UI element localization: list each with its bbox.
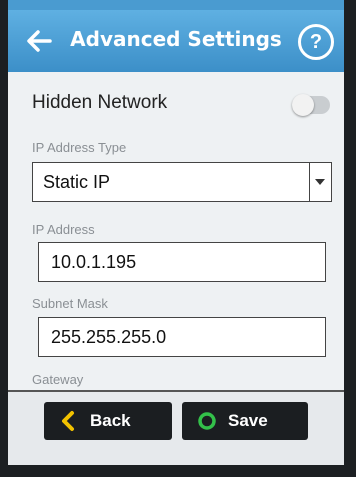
page-title: Advanced Settings xyxy=(70,27,282,51)
subnet-mask-field[interactable]: 255.255.255.0 xyxy=(38,317,326,357)
ip-address-label: IP Address xyxy=(32,222,95,237)
chevron-down-icon[interactable] xyxy=(309,163,331,201)
ip-address-type-value: Static IP xyxy=(43,172,111,192)
ip-address-type-label: IP Address Type xyxy=(32,140,127,155)
hidden-network-row: Hidden Network xyxy=(8,92,344,122)
footer-bar: Back Save xyxy=(8,390,344,465)
ip-address-type-select[interactable]: Static IP xyxy=(32,162,332,202)
status-bar xyxy=(8,0,344,10)
ip-address-value: 10.0.1.195 xyxy=(51,252,137,272)
chevron-left-icon xyxy=(62,411,74,431)
save-button-label: Save xyxy=(228,411,268,430)
ip-address-field[interactable]: 10.0.1.195 xyxy=(38,242,326,282)
back-button[interactable]: Back xyxy=(44,402,172,440)
toggle-knob xyxy=(292,94,314,116)
back-arrow-icon[interactable] xyxy=(24,26,54,56)
save-button[interactable]: Save xyxy=(182,402,308,440)
hidden-network-toggle[interactable] xyxy=(292,94,330,116)
back-button-label: Back xyxy=(90,411,131,430)
device-frame: Advanced Settings ? Hidden Network IP Ad… xyxy=(0,0,356,477)
gateway-label: Gateway xyxy=(32,372,84,387)
subnet-mask-value: 255.255.255.0 xyxy=(51,327,167,347)
screen: Advanced Settings ? Hidden Network IP Ad… xyxy=(8,0,344,465)
subnet-mask-label: Subnet Mask xyxy=(32,296,108,311)
hidden-network-label: Hidden Network xyxy=(32,92,168,113)
help-button[interactable]: ? xyxy=(298,24,334,60)
save-circle-icon xyxy=(198,412,216,430)
title-bar: Advanced Settings ? xyxy=(8,10,344,72)
